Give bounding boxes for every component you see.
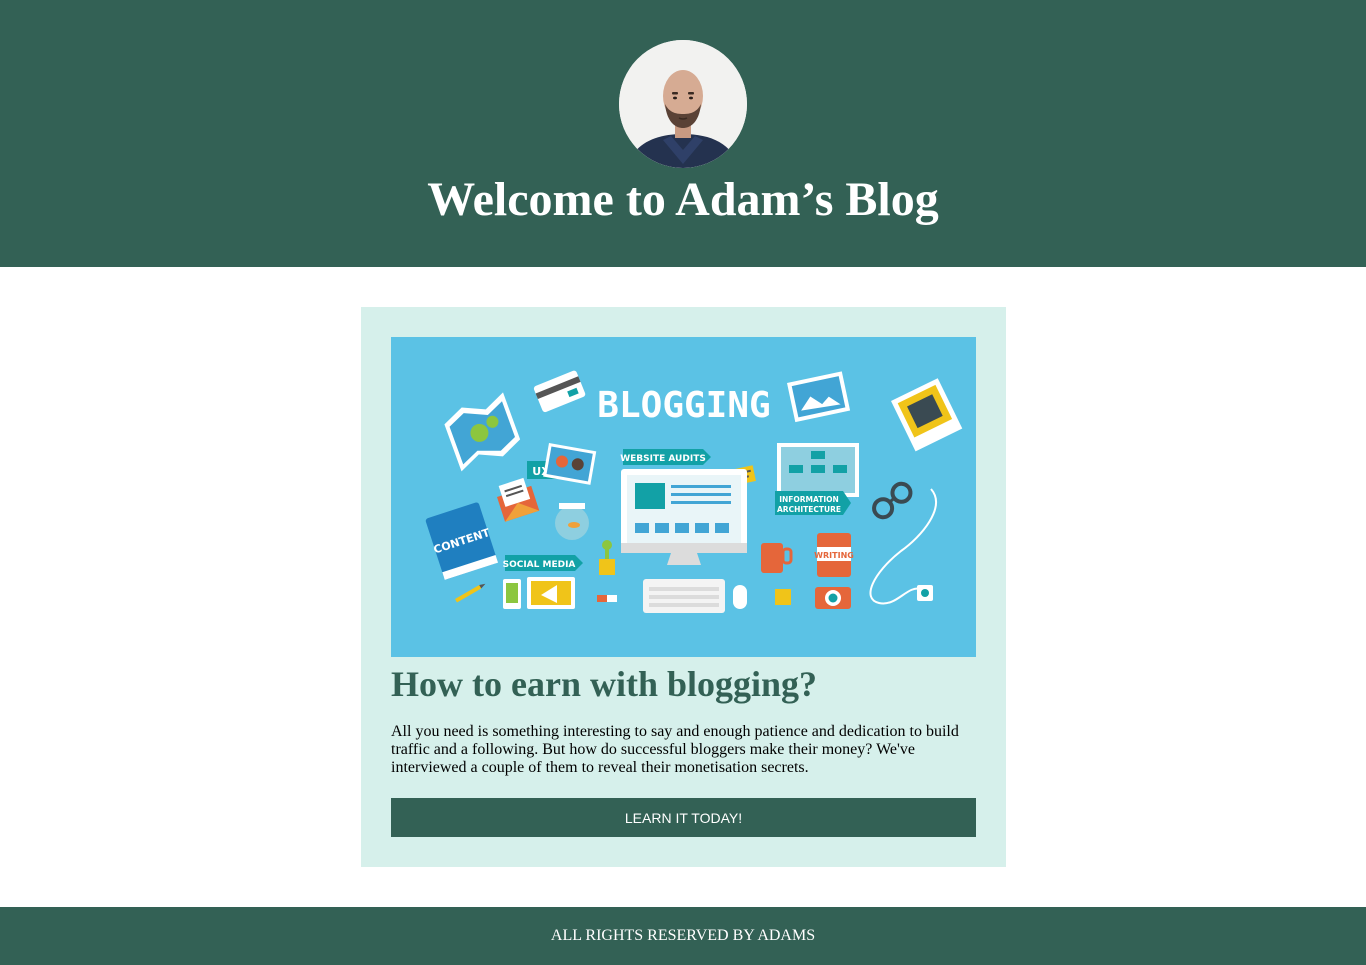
writing-jar-icon: WRITING <box>814 533 854 577</box>
site-title: Welcome to Adam’s Blog <box>427 173 939 226</box>
post-title: How to earn with blogging? <box>391 664 818 704</box>
keyboard-icon <box>643 579 725 613</box>
sticky-cube-icon <box>775 589 791 605</box>
architecture-label: ARCHITECTURE <box>777 505 841 514</box>
sitemap-board-icon <box>777 443 859 497</box>
website-audits-label-icon: WEBSITE AUDITS <box>620 449 711 465</box>
smartphone-icon <box>503 579 521 609</box>
fishbowl-icon <box>555 503 589 540</box>
mouse-icon <box>733 585 747 609</box>
site-header: Welcome to Adam’s Blog <box>0 0 1366 267</box>
social-media-label-icon: SOCIAL MEDIA <box>503 555 583 571</box>
blogging-illustration: BLOGGING UX WEBSITE AUDITS INFORMATION A… <box>391 337 976 657</box>
main-content: BLOGGING UX WEBSITE AUDITS INFORMATION A… <box>0 267 1366 907</box>
megaphone-tablet-icon <box>527 577 575 609</box>
learn-it-today-button[interactable]: LEARN IT TODAY! <box>391 798 976 837</box>
information-architecture-label-icon: INFORMATION ARCHITECTURE <box>775 491 851 515</box>
site-footer: ALL RIGHTS RESERVED BY ADAMS <box>0 907 1366 965</box>
blog-post-card: BLOGGING UX WEBSITE AUDITS INFORMATION A… <box>361 307 1006 867</box>
post-excerpt: All you need is something interesting to… <box>391 723 959 776</box>
computer-monitor-icon <box>621 469 747 565</box>
camera-icon <box>815 587 851 609</box>
eraser-icon <box>597 595 617 602</box>
avatar-photo-icon <box>619 40 747 168</box>
illustration-heading: BLOGGING <box>597 385 770 426</box>
social-media-label: SOCIAL MEDIA <box>503 560 576 570</box>
author-avatar <box>619 40 747 168</box>
footer-copyright: ALL RIGHTS RESERVED BY ADAMS <box>550 927 816 944</box>
writing-label: WRITING <box>814 551 854 560</box>
information-label: INFORMATION <box>779 495 839 504</box>
website-audits-label: WEBSITE AUDITS <box>620 454 706 464</box>
